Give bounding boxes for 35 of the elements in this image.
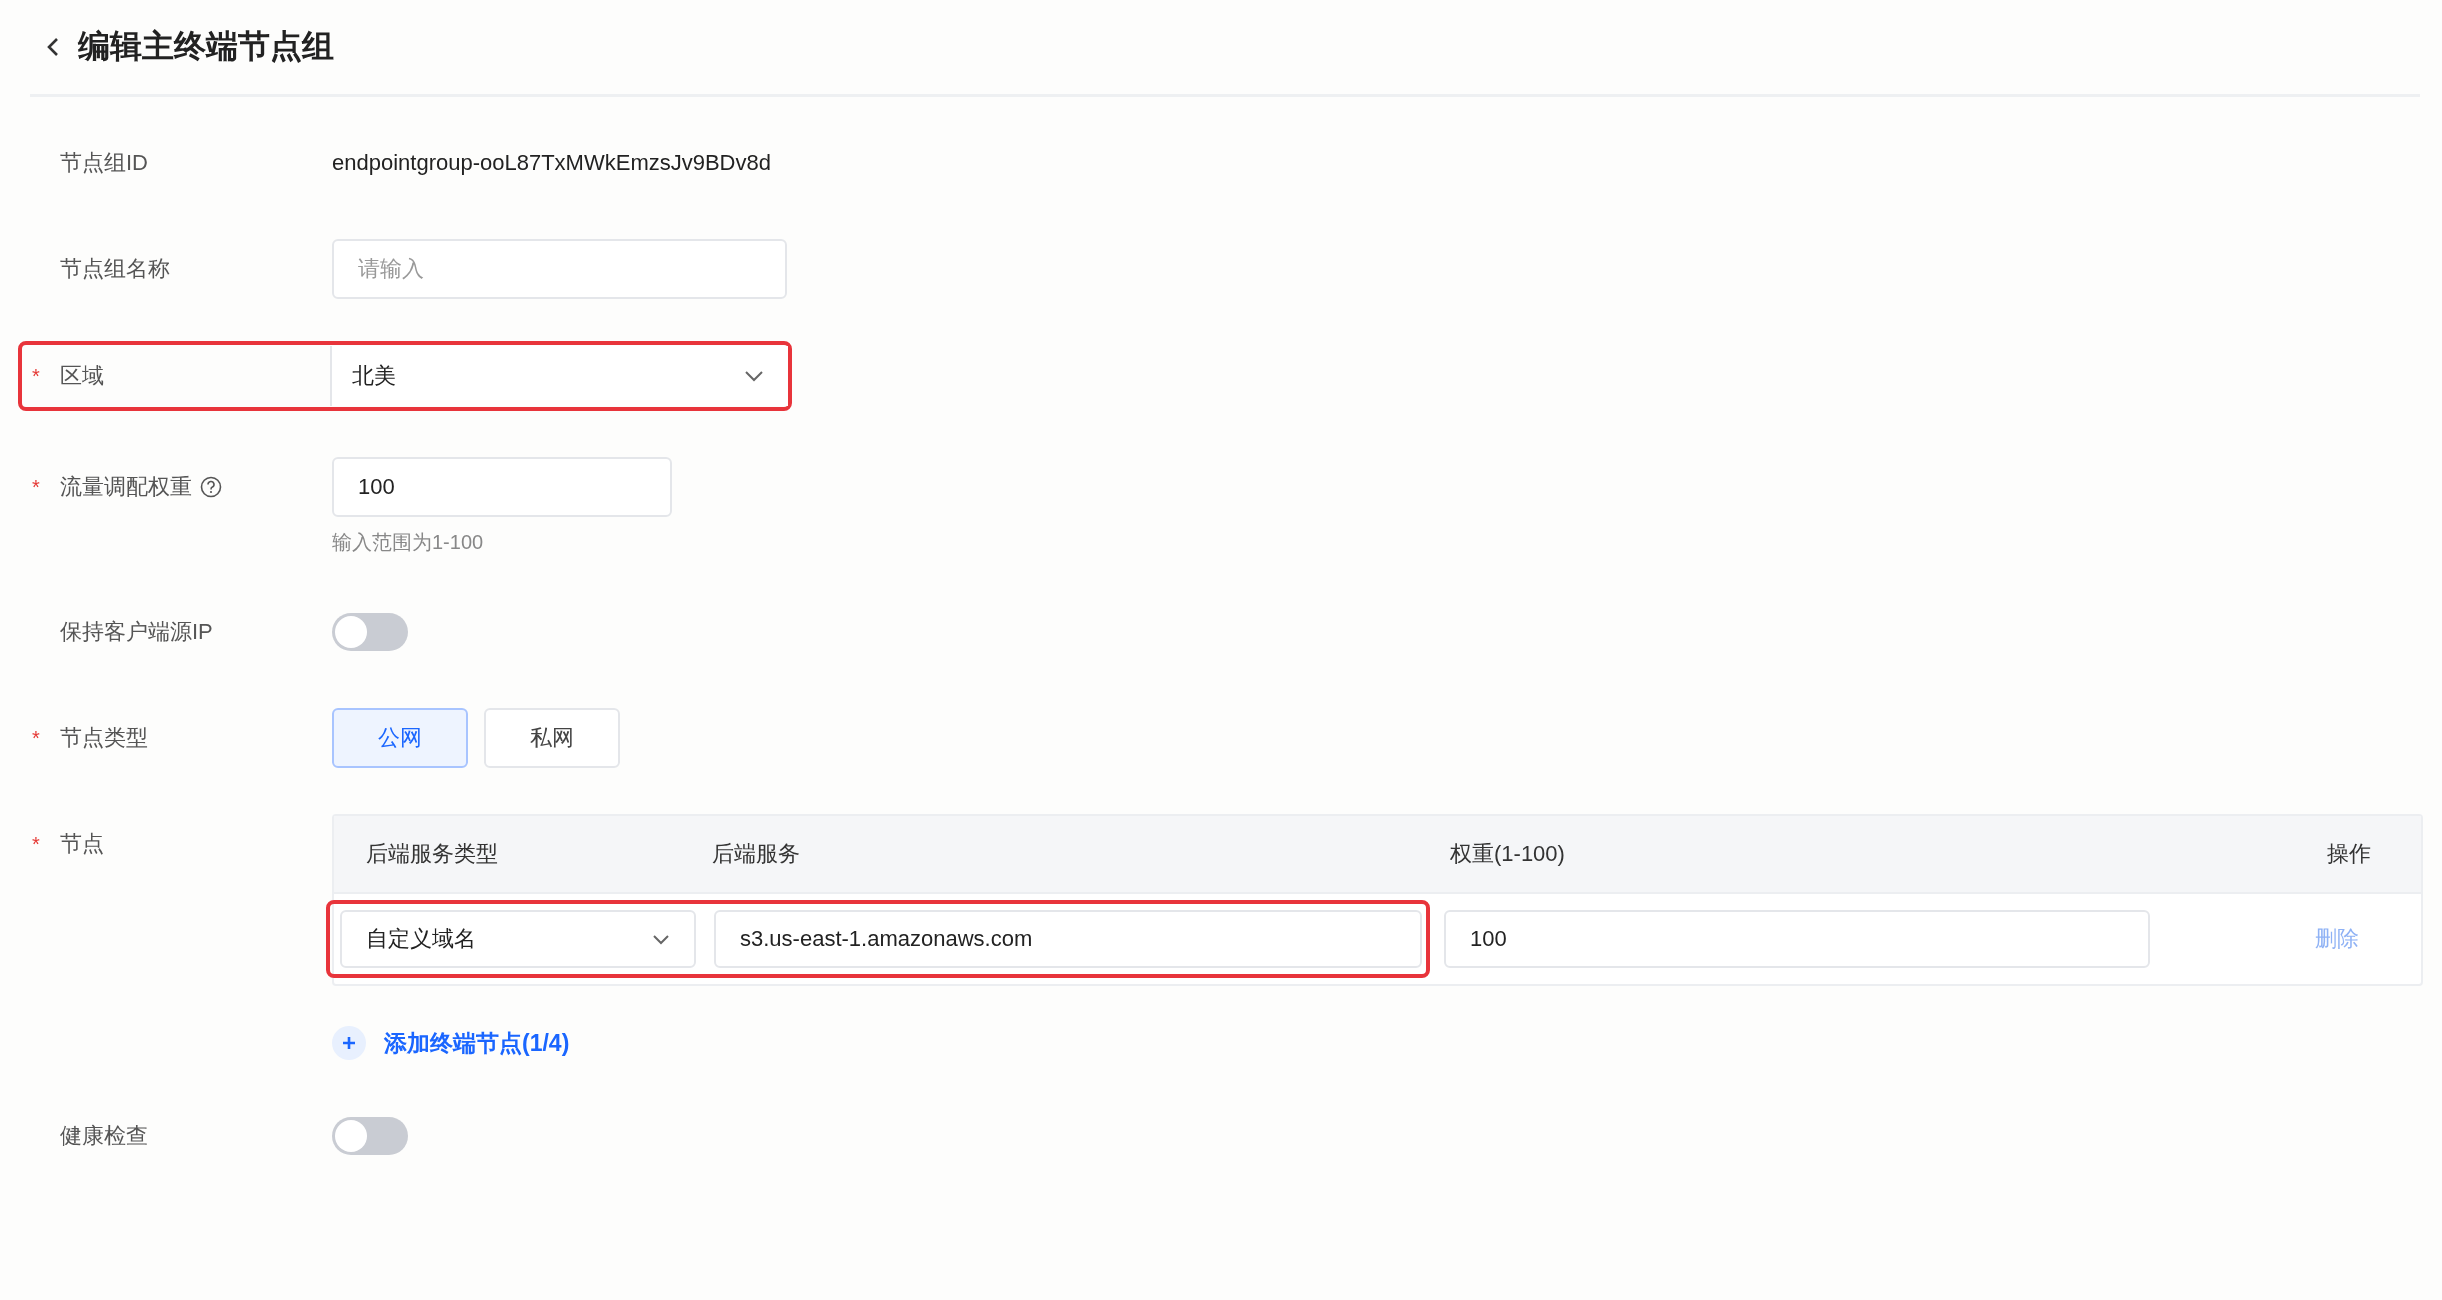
back-icon[interactable] [46, 36, 60, 58]
field-label: 节点类型 [60, 724, 148, 752]
input-hint: 输入范围为1-100 [332, 530, 485, 555]
help-icon[interactable] [200, 476, 222, 498]
name-input-field[interactable]: 请输入 [332, 239, 787, 299]
field-label: 节点 [60, 830, 104, 858]
node-type-option[interactable]: 公网 [332, 708, 468, 768]
field-label: 保持客户端源IP [60, 618, 213, 646]
node-type-option[interactable]: 私网 [484, 708, 620, 768]
chevron-down-icon [744, 370, 764, 382]
backend-service-input-field[interactable]: s3.us-east-1.amazonaws.com [714, 910, 1422, 968]
field-label: 健康检查 [60, 1122, 148, 1150]
column-header: 操作 [2327, 840, 2371, 868]
column-header: 后端服务 [712, 840, 801, 868]
weight-input-field[interactable]: 100 [1444, 910, 2150, 968]
weight-input-field[interactable]: 100 [332, 457, 672, 517]
field-label: 节点组ID [60, 149, 148, 177]
region-select[interactable]: 北美 [330, 346, 788, 406]
column-header: 权重(1-100) [1450, 840, 1566, 868]
chevron-down-icon [652, 933, 670, 945]
service-type-select[interactable]: 自定义域名 [340, 910, 696, 968]
column-header: 后端服务类型 [365, 840, 499, 868]
add-endpoint-link[interactable]: 添加终端节点(1/4) [332, 1026, 570, 1060]
page-title: 编辑主终端节点组 [78, 27, 334, 66]
group-id-value: endpointgroup-ooL87TxMWkEmzsJv9BDv8d [332, 149, 771, 177]
required-mark: * [32, 364, 40, 388]
toggle-switch[interactable] [332, 1117, 408, 1155]
field-label: 流量调配权重 [60, 473, 192, 501]
field-label: 区域 [60, 362, 104, 390]
plus-icon [332, 1026, 366, 1060]
toggle-switch[interactable] [332, 613, 408, 651]
required-mark: * [32, 726, 40, 750]
required-mark: * [32, 475, 40, 499]
field-label: 节点组名称 [60, 255, 170, 283]
required-mark: * [32, 832, 40, 856]
